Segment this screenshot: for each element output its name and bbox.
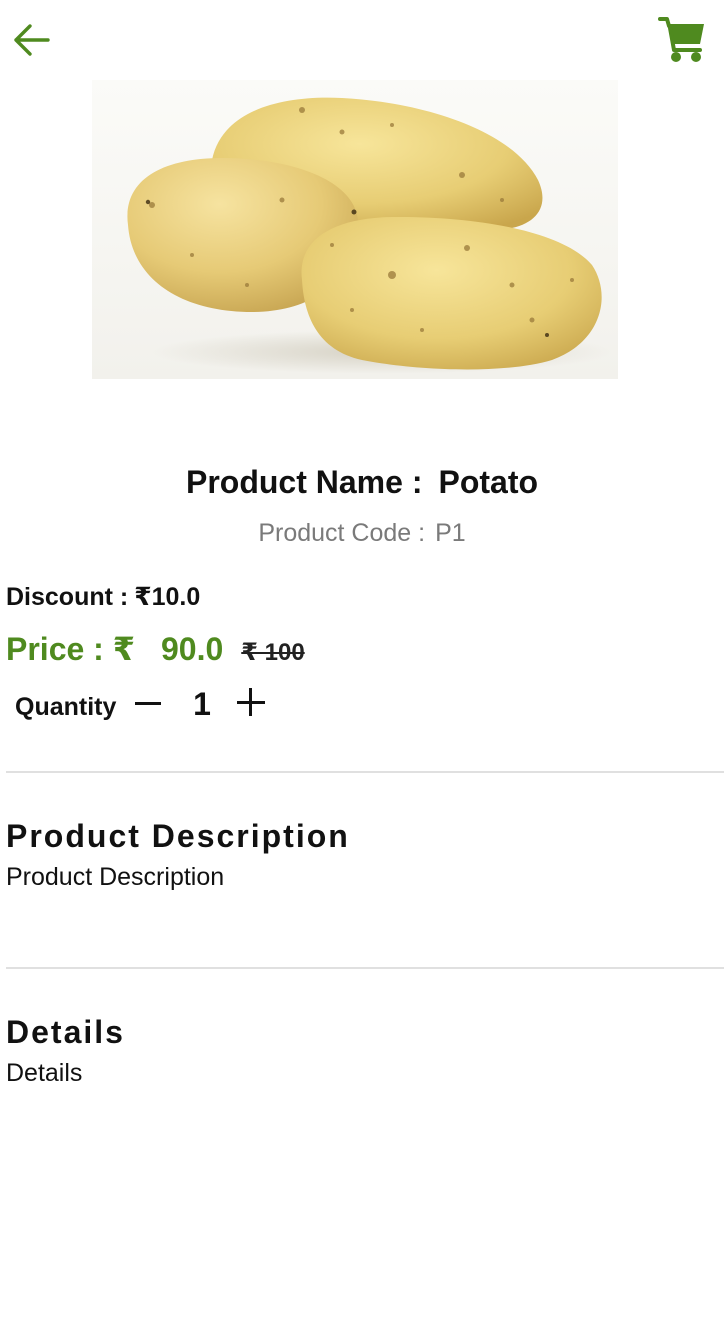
product-name: Product Name : Potato bbox=[0, 461, 724, 503]
increase-quantity-button[interactable] bbox=[235, 684, 267, 724]
original-price: ₹ 100 bbox=[241, 639, 305, 666]
cart-button[interactable] bbox=[656, 14, 710, 66]
product-code-label: Product Code : bbox=[258, 519, 426, 547]
potato-image bbox=[92, 80, 618, 379]
quantity-label: Quantity bbox=[15, 693, 117, 721]
back-button[interactable] bbox=[10, 20, 54, 60]
product-name-label: Product Name : bbox=[185, 464, 423, 500]
back-arrow-icon bbox=[14, 24, 50, 56]
decrease-quantity-button[interactable] bbox=[133, 684, 163, 724]
description-body: Product Description bbox=[6, 863, 225, 891]
discount-label: Discount : bbox=[6, 583, 129, 611]
top-bar bbox=[0, 0, 724, 80]
description-title: Product Description bbox=[6, 818, 350, 854]
product-name-value: Potato bbox=[438, 464, 539, 500]
discount: Discount : ₹10.0 bbox=[6, 581, 200, 613]
product-image bbox=[92, 80, 618, 379]
product-code-value: P1 bbox=[435, 519, 466, 547]
price: Price : ₹ 90.0 ₹ 100 bbox=[6, 628, 305, 670]
divider bbox=[6, 967, 724, 969]
divider bbox=[6, 771, 724, 773]
details-title: Details bbox=[6, 1014, 125, 1050]
price-label: Price : ₹ bbox=[6, 631, 135, 667]
product-code: Product Code : P1 bbox=[0, 517, 724, 549]
quantity-value: 1 bbox=[193, 686, 211, 722]
discount-value: ₹10.0 bbox=[134, 583, 201, 611]
price-value: 90.0 bbox=[160, 631, 224, 667]
shopping-cart-icon bbox=[658, 17, 704, 62]
details-body: Details bbox=[6, 1059, 83, 1087]
